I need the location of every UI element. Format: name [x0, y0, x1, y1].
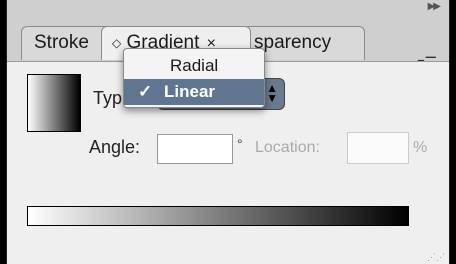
- type-label: Typ: [93, 88, 123, 108]
- type-dropdown-menu: Radial ✓ Linear: [123, 48, 265, 108]
- percent-symbol: %: [413, 139, 428, 156]
- angle-input[interactable]: [157, 134, 233, 164]
- tab-stroke-label: Stroke: [34, 32, 89, 53]
- degree-symbol: °: [237, 136, 243, 152]
- menu-item-linear[interactable]: ✓ Linear: [124, 79, 264, 105]
- location-input: [347, 132, 409, 164]
- tab-transparency-label: sparency: [254, 32, 332, 53]
- select-arrows-icon: ▲ ▼: [266, 81, 278, 105]
- tab-stroke[interactable]: Stroke: [21, 26, 113, 60]
- resize-grip-icon[interactable]: ⋰⋰: [427, 253, 445, 262]
- menu-item-radial-label: Radial: [170, 56, 219, 75]
- menu-item-radial[interactable]: Radial: [124, 53, 264, 79]
- angle-label: Angle:: [89, 137, 141, 157]
- location-label: Location:: [255, 139, 320, 156]
- menu-item-linear-label: Linear: [164, 82, 216, 101]
- collapse-panel-icon[interactable]: ▶▶: [428, 1, 441, 12]
- gradient-swatch[interactable]: [27, 74, 81, 132]
- panel-title-strip: ▶▶: [7, 0, 449, 16]
- checkmark-icon: ✓: [138, 82, 153, 101]
- gradient-panel: ▶▶ Stroke sparency ◇ Gradient × ▾☰ Typ ▲…: [6, 0, 450, 264]
- gradient-ramp[interactable]: [27, 206, 409, 226]
- tab-options-icon[interactable]: ◇: [112, 36, 121, 50]
